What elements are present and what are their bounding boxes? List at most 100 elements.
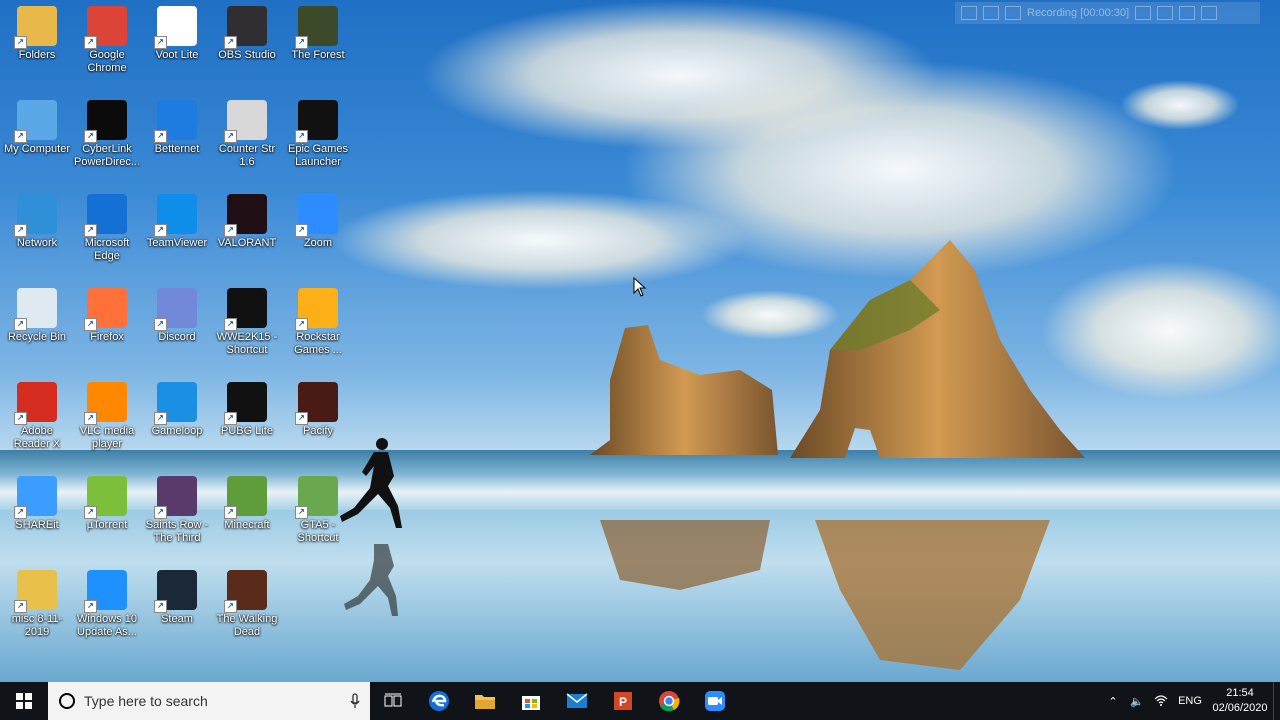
- shortcut-arrow-icon: ↗: [84, 412, 97, 425]
- cortana-icon: [59, 693, 75, 709]
- desktop-icon-firefox[interactable]: ↗ Firefox: [72, 282, 142, 372]
- discord-icon: ↗: [154, 288, 197, 331]
- taskbar-edge-button[interactable]: [416, 682, 462, 720]
- desktop-icon-gta5[interactable]: ↗ GTA5 - Shortcut: [283, 470, 353, 560]
- recycle-bin-icon: ↗: [14, 288, 57, 331]
- zoom-icon: ↗: [295, 194, 338, 237]
- pen-icon[interactable]: [1201, 6, 1218, 20]
- desktop-icon-label: Microsoft Edge: [84, 237, 130, 262]
- desktop-icon-label: Pacify: [303, 425, 333, 437]
- shortcut-arrow-icon: ↗: [154, 506, 167, 519]
- desktop-icon-obs[interactable]: ↗ OBS Studio: [212, 0, 282, 90]
- mail-icon: [566, 693, 588, 708]
- desktop-icon-pacify[interactable]: ↗ Pacify: [283, 376, 353, 466]
- taskbar-zoom-button[interactable]: [692, 682, 738, 720]
- zoom-icon: [705, 691, 725, 711]
- show-desktop-button[interactable]: [1273, 682, 1280, 720]
- desktop-icon-zip-folder[interactable]: ↗ misc 8-11-2019: [2, 564, 72, 654]
- desktop-icon-teamviewer[interactable]: ↗ TeamViewer: [142, 188, 212, 278]
- show-hidden-icons-chevron-icon[interactable]: ⌃: [1101, 695, 1125, 708]
- desktop-icon-discord[interactable]: ↗ Discord: [142, 282, 212, 372]
- windows-update-icon: ↗: [84, 570, 127, 613]
- desktop-icon-adobe-reader[interactable]: ↗ Adobe Reader X: [2, 376, 72, 466]
- desktop-icon-steam[interactable]: ↗ Steam: [142, 564, 212, 654]
- desktop-icon-computer[interactable]: ↗ My Computer: [2, 94, 72, 184]
- taskbar-search-box[interactable]: Type here to search: [48, 682, 370, 720]
- desktop-icon-voot[interactable]: ↗ Voot Lite: [142, 0, 212, 90]
- volume-icon[interactable]: 🔈: [1125, 695, 1149, 708]
- taskbar-chrome-button[interactable]: [646, 682, 692, 720]
- camera-icon[interactable]: [1179, 6, 1196, 20]
- record-fullscreen-icon[interactable]: [983, 6, 999, 20]
- record-window-icon[interactable]: [961, 6, 977, 20]
- desktop-icon-edge[interactable]: ↗ Microsoft Edge: [72, 188, 142, 278]
- microphone-icon[interactable]: [350, 693, 360, 709]
- desktop-icon-network[interactable]: ↗ Network: [2, 188, 72, 278]
- rock-formations: [590, 240, 1085, 670]
- desktop-icon-shareit[interactable]: ↗ SHAREit: [2, 470, 72, 560]
- desktop-icon-label: Discord: [158, 331, 196, 343]
- taskbar-powerpoint-button[interactable]: P: [600, 682, 646, 720]
- desktop-icon-minecraft[interactable]: ↗ Minecraft: [212, 470, 282, 560]
- desktop-icon-label: The Walking Dead: [216, 613, 278, 638]
- recording-toolbar[interactable]: Recording [00:00:30]: [955, 2, 1260, 24]
- voot-icon: ↗: [154, 6, 197, 49]
- clock-date: 02/06/2020: [1212, 702, 1268, 714]
- desktop-icon-rockstar[interactable]: ↗ Rockstar Games ...: [283, 282, 353, 372]
- desktop-icon-valorant[interactable]: ↗ VALORANT: [212, 188, 282, 278]
- powerdirector-icon: ↗: [84, 100, 127, 143]
- shortcut-arrow-icon: ↗: [224, 506, 237, 519]
- desktop-icon-walking-dead[interactable]: ↗ The Walking Dead: [212, 564, 282, 654]
- desktop-icon-betternet[interactable]: ↗ Betternet: [142, 94, 212, 184]
- desktop-icon-zoom[interactable]: ↗ Zoom: [283, 188, 353, 278]
- file-explorer-icon: [475, 695, 495, 709]
- desktop-icon-counter-strike[interactable]: ↗ Counter Str 1.6: [212, 94, 282, 184]
- shortcut-arrow-icon: ↗: [14, 130, 27, 143]
- wifi-icon[interactable]: [1149, 694, 1173, 709]
- taskbar-mail-button[interactable]: [554, 682, 600, 720]
- start-button[interactable]: [0, 682, 48, 720]
- shareit-icon: ↗: [14, 476, 57, 519]
- desktop-icon-gameloop[interactable]: ↗ Gameloop: [142, 376, 212, 466]
- desktop-icon-label: GTA5 - Shortcut: [297, 519, 339, 544]
- powerpoint-icon: P: [614, 692, 632, 710]
- search-icon[interactable]: [1005, 6, 1021, 20]
- desktop-icon-label: Saints Row - The Third: [145, 519, 209, 544]
- desktop-icon-the-forest[interactable]: ↗ The Forest: [283, 0, 353, 90]
- shortcut-arrow-icon: ↗: [295, 36, 308, 49]
- recording-status: Recording [00:00:30]: [1027, 7, 1130, 19]
- counter-strike-icon: ↗: [224, 100, 267, 143]
- desktop-icon-recycle-bin[interactable]: ↗ Recycle Bin: [2, 282, 72, 372]
- desktop-icon-powerdirector[interactable]: ↗ CyberLink PowerDirec...: [72, 94, 142, 184]
- shortcut-arrow-icon: ↗: [84, 318, 97, 331]
- chrome-icon: [659, 691, 680, 712]
- desktop-icon-chrome[interactable]: ↗ Google Chrome: [72, 0, 142, 90]
- desktop-icon-pubg-lite[interactable]: ↗ PUBG Lite: [212, 376, 282, 466]
- wwe-icon: ↗: [224, 288, 267, 331]
- mouse-pointer-icon: [633, 277, 647, 297]
- task-view-button[interactable]: [370, 682, 416, 720]
- desktop-icon-wwe[interactable]: ↗ WWE2K15 - Shortcut: [212, 282, 282, 372]
- shortcut-arrow-icon: ↗: [224, 318, 237, 331]
- desktop-icon-label: Voot Lite: [155, 49, 199, 61]
- desktop-icon-utorrent[interactable]: ↗ µTorrent: [72, 470, 142, 560]
- desktop-icon-folder-user[interactable]: ↗ Folders: [2, 0, 72, 90]
- stop-icon[interactable]: [1157, 6, 1174, 20]
- shortcut-arrow-icon: ↗: [84, 130, 97, 143]
- desktop-icon-saints-row[interactable]: ↗ Saints Row - The Third: [142, 470, 212, 560]
- desktop-icon-vlc[interactable]: ↗ VLC media player: [72, 376, 142, 466]
- desktop-icon-epic-games[interactable]: ↗ Epic Games Launcher: [283, 94, 353, 184]
- clock[interactable]: 21:54 02/06/2020: [1207, 686, 1273, 716]
- desktop-icon-windows-update[interactable]: ↗ Windows 10 Update As...: [72, 564, 142, 654]
- gameloop-icon: ↗: [154, 382, 197, 425]
- shortcut-arrow-icon: ↗: [295, 224, 308, 237]
- desktop-icon-label: TeamViewer: [146, 237, 208, 249]
- desktop-icon-label: Zoom: [303, 237, 333, 249]
- taskbar-store-button[interactable]: [508, 682, 554, 720]
- language-indicator[interactable]: ENG: [1173, 695, 1207, 707]
- desktop-icon-label: Windows 10 Update As...: [77, 613, 137, 638]
- taskbar-file-explorer-button[interactable]: [462, 682, 508, 720]
- pause-icon[interactable]: [1135, 6, 1152, 20]
- desktop-icon-label: µTorrent: [86, 519, 128, 531]
- desktop-icon-label: Recycle Bin: [7, 331, 67, 343]
